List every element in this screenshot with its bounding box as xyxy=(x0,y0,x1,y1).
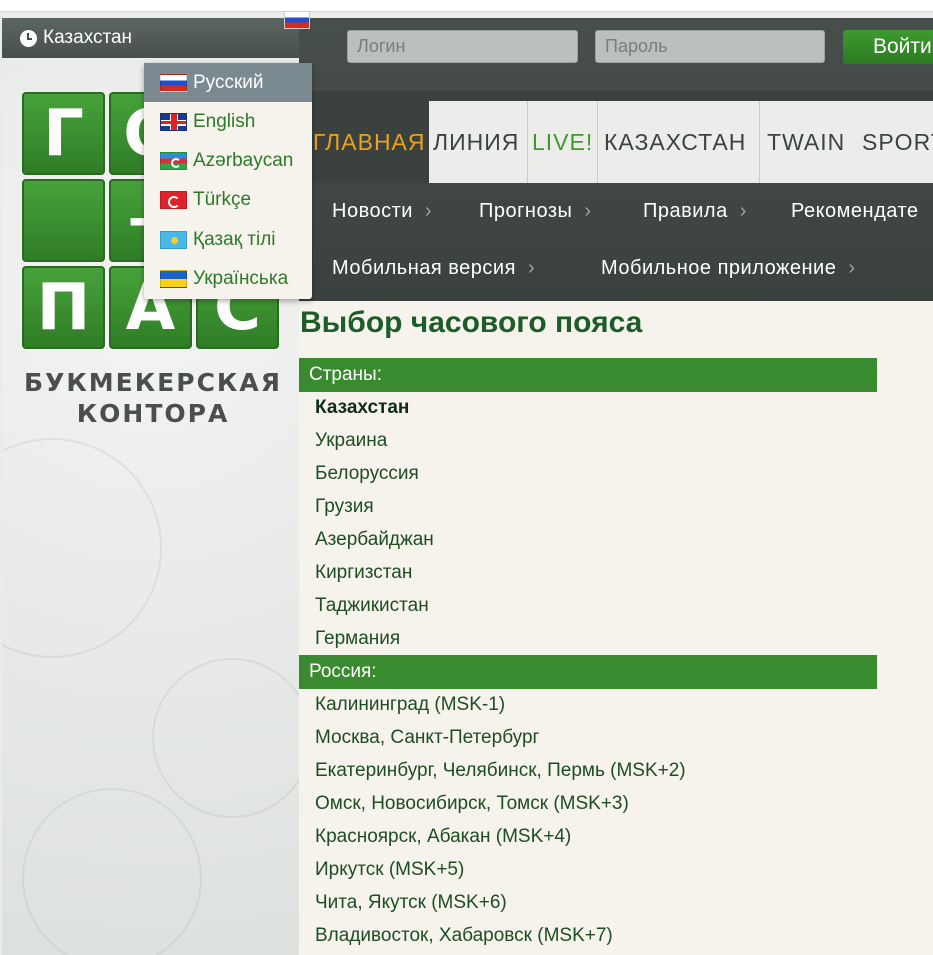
timezone-option[interactable]: Екатеринбург, Челябинск, Пермь (MSK+2) xyxy=(315,760,686,782)
language-label: Türkçe xyxy=(193,188,252,210)
timezone-option[interactable]: Таджикистан xyxy=(315,595,429,617)
timezone-option[interactable]: Грузия xyxy=(315,496,374,518)
timezone-option[interactable]: Красноярск, Абакан (MSK+4) xyxy=(315,826,571,848)
language-switch-flag-icon[interactable] xyxy=(284,11,310,29)
timezone-option[interactable]: Чита, Якутск (MSK+6) xyxy=(315,892,507,914)
subnav-label: Рекомендате xyxy=(791,200,919,222)
logo-tile xyxy=(22,179,105,262)
timezone-selector[interactable]: Казахстан xyxy=(2,18,299,58)
subnav-label: Мобильная версия xyxy=(332,257,516,279)
language-label: Русский xyxy=(193,71,264,93)
language-option-ukrainian[interactable]: Українська xyxy=(144,259,312,298)
subnav-recommendations[interactable]: Рекомендате xyxy=(791,200,919,223)
timezone-label: Казахстан xyxy=(43,27,133,48)
subnav-label: Правила xyxy=(643,200,728,222)
timezone-option[interactable]: Москва, Санкт-Петербург xyxy=(315,727,539,749)
subnav-label: Мобильное приложение xyxy=(601,257,837,279)
timezone-option[interactable]: Иркутск (MSK+5) xyxy=(315,859,464,881)
chevron-right-icon: › xyxy=(424,200,433,222)
tab-live[interactable]: LIVE! xyxy=(532,101,593,183)
main-content: Выбор часового пояса Страны: Казахстан У… xyxy=(299,301,933,955)
subnav-label: Новости xyxy=(332,200,413,222)
page-title: Выбор часового пояса xyxy=(300,306,643,339)
logo-caption: БУКМЕКЕРСКАЯ КОНТОРА xyxy=(22,367,284,429)
tab-kazakhstan[interactable]: КАЗАХСТАН xyxy=(604,101,746,183)
language-label: Українська xyxy=(193,267,289,289)
login-input[interactable]: Логин xyxy=(347,30,578,63)
logo-caption-line2: КОНТОРА xyxy=(76,399,230,428)
timezone-option[interactable]: Омск, Новосибирск, Томск (MSK+3) xyxy=(315,793,629,815)
tab-main[interactable]: ГЛАВНАЯ xyxy=(313,101,426,183)
tab-twain[interactable]: TWAIN xyxy=(767,101,845,183)
tab-line[interactable]: ЛИНИЯ xyxy=(433,101,519,183)
subnav-rules[interactable]: Правила › xyxy=(643,200,747,223)
chevron-right-icon: › xyxy=(584,200,592,222)
chevron-right-icon: › xyxy=(739,200,747,222)
subnav-news[interactable]: Новости › xyxy=(332,200,432,223)
timezone-option[interactable]: Германия xyxy=(315,628,400,650)
tab-divider xyxy=(527,101,528,183)
ua-flag-icon xyxy=(160,269,187,288)
timezone-option[interactable]: Белоруссия xyxy=(315,463,419,485)
az-flag-icon xyxy=(160,151,187,170)
tab-divider xyxy=(759,101,760,183)
decorative-ball xyxy=(152,658,299,818)
kz-flag-icon xyxy=(160,230,187,249)
password-input[interactable]: Пароль xyxy=(595,30,825,63)
language-option-english[interactable]: English xyxy=(144,102,312,141)
subnav-mobile-app[interactable]: Мобильное приложение › xyxy=(601,257,856,280)
decorative-ball xyxy=(2,438,162,658)
timezone-option[interactable]: Казахстан xyxy=(315,397,409,419)
login-button[interactable]: Войти xyxy=(843,30,933,64)
language-label: English xyxy=(193,110,256,132)
countries-section-header: Страны: xyxy=(299,358,877,392)
header: Логин Пароль Войти ГЛАВНАЯ ЛИНИЯ LIVE! К… xyxy=(299,18,933,301)
ru-flag-icon xyxy=(160,73,187,92)
gb-flag-icon xyxy=(160,112,187,131)
subnav-forecasts[interactable]: Прогнозы › xyxy=(479,200,592,223)
timezone-option[interactable]: Киргизстан xyxy=(315,562,412,584)
tr-flag-icon xyxy=(160,190,187,209)
subnav-mobile-version[interactable]: Мобильная версия › xyxy=(332,257,535,280)
russia-section-header: Россия: xyxy=(299,655,877,689)
tab-divider xyxy=(597,101,598,183)
language-option-russian[interactable]: Русский xyxy=(144,63,312,102)
timezone-option[interactable]: Азербайджан xyxy=(315,529,434,551)
subnav-label: Прогнозы xyxy=(479,200,573,222)
timezone-option[interactable]: Владивосток, Хабаровск (MSK+7) xyxy=(315,925,613,947)
logo-caption-line1: БУКМЕКЕРСКАЯ xyxy=(24,368,282,397)
tab-sport[interactable]: SPORT xyxy=(862,101,933,183)
language-option-turkish[interactable]: Türkçe xyxy=(144,180,312,219)
language-option-azerbaijani[interactable]: Azərbaycan xyxy=(144,141,312,180)
decorative-ball xyxy=(22,788,202,955)
language-label: Қазақ тілі xyxy=(193,228,276,250)
logo-tile: П xyxy=(22,266,105,349)
chevron-right-icon: › xyxy=(848,257,856,279)
clock-icon xyxy=(20,29,37,47)
timezone-option[interactable]: Калининград (MSK-1) xyxy=(315,694,505,716)
timezone-option[interactable]: Украина xyxy=(315,430,387,452)
logo-tile: Г xyxy=(22,92,105,175)
language-label: Azərbaycan xyxy=(193,149,294,171)
browser-top-strip xyxy=(0,0,933,12)
chevron-right-icon: › xyxy=(527,257,536,279)
language-option-kazakh[interactable]: Қазақ тілі xyxy=(144,220,312,259)
language-dropdown: Русский English Azərbaycan Türkçe Қазақ … xyxy=(144,63,312,299)
